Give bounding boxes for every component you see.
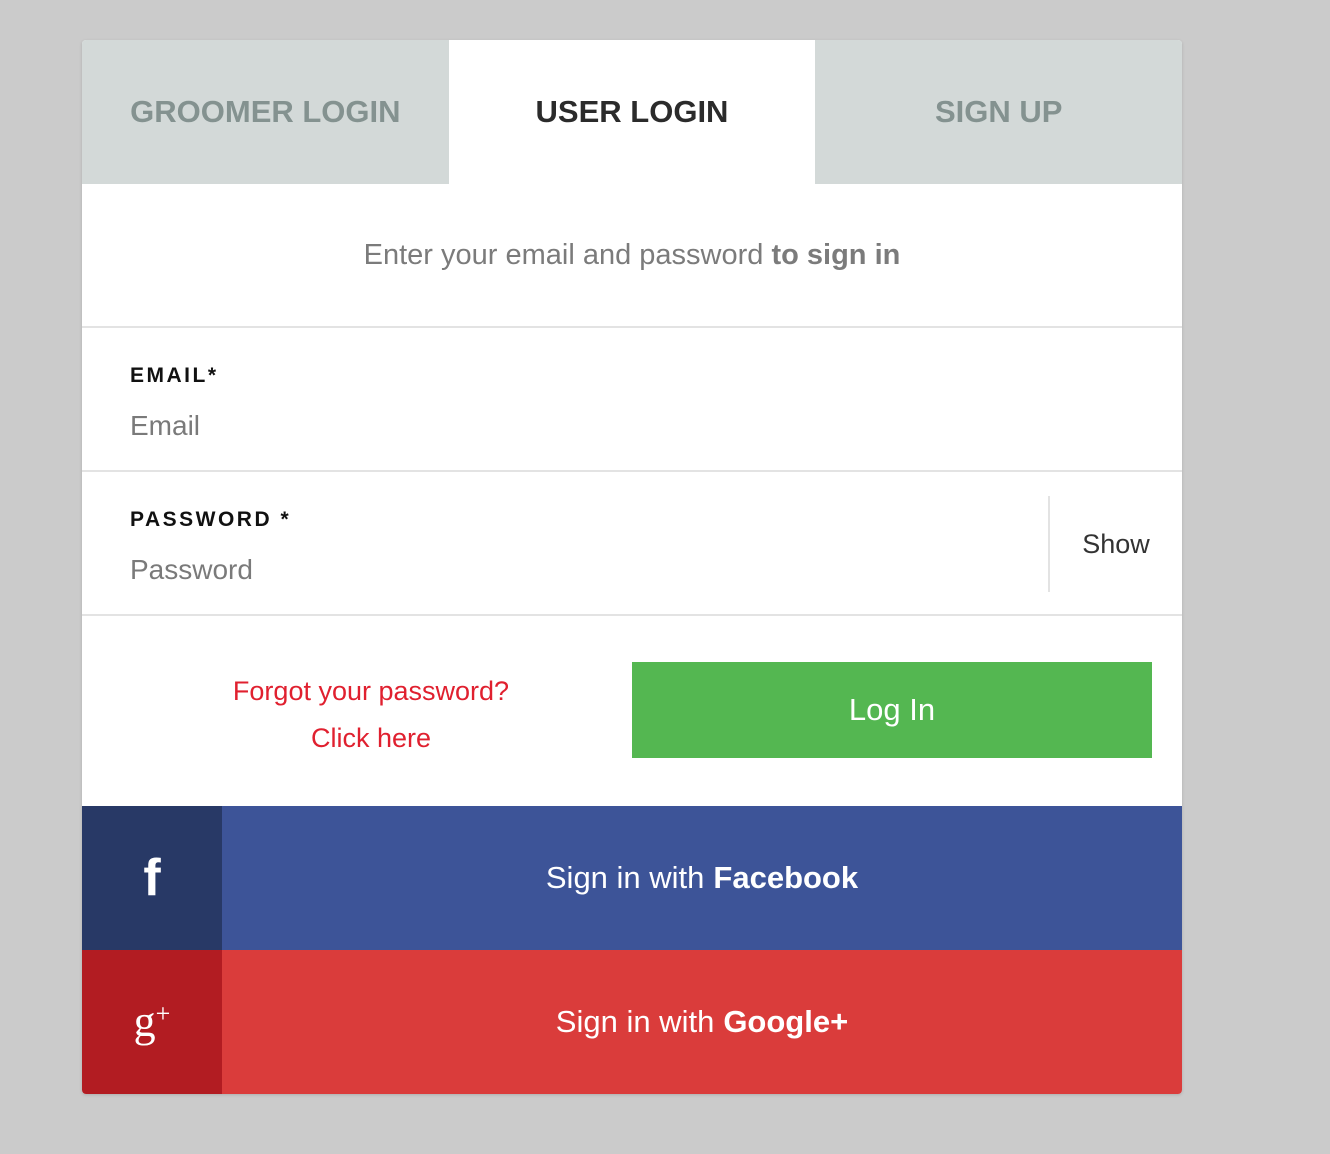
intro-text-bold: to sign in [771,238,901,271]
login-card: GROOMER LOGIN USER LOGIN SIGN UP Enter y… [82,40,1182,1094]
intro-text: Enter your email and password to sign in [82,184,1182,328]
show-password-button[interactable]: Show [1048,496,1182,592]
actions-row: Forgot your password? Click here Log In [82,616,1182,806]
tab-bar: GROOMER LOGIN USER LOGIN SIGN UP [82,40,1182,184]
facebook-signin-prefix: Sign in with [545,860,705,895]
google-signin-button[interactable]: g+ Sign in with Google+ [82,950,1182,1094]
google-plus-icon: g+ [82,950,222,1094]
click-here-link[interactable]: Click here [172,715,570,762]
intro-text-normal: Enter your email and password [363,238,764,271]
tab-sign-up[interactable]: SIGN UP [815,40,1182,184]
facebook-signin-button[interactable]: f Sign in with Facebook [82,806,1182,950]
google-signin-label: Sign in with Google+ [222,950,1182,1094]
google-signin-prefix: Sign in with [555,1004,715,1039]
password-input[interactable] [130,550,990,590]
google-brand: Google+ [723,1004,849,1039]
facebook-icon: f [82,806,222,950]
email-label: EMAIL* [130,364,219,387]
tab-user-login[interactable]: USER LOGIN [448,40,816,184]
password-field-row: PASSWORD * Show [82,472,1182,616]
email-field-row: EMAIL* [82,328,1182,472]
login-button[interactable]: Log In [632,662,1152,758]
forgot-password-link[interactable]: Forgot your password? [172,668,570,715]
password-label: PASSWORD * [130,508,292,531]
tab-groomer-login[interactable]: GROOMER LOGIN [82,40,449,184]
forgot-password: Forgot your password? Click here [172,668,570,762]
facebook-brand: Facebook [713,860,859,895]
facebook-signin-label: Sign in with Facebook [222,806,1182,950]
email-input[interactable] [130,406,990,446]
